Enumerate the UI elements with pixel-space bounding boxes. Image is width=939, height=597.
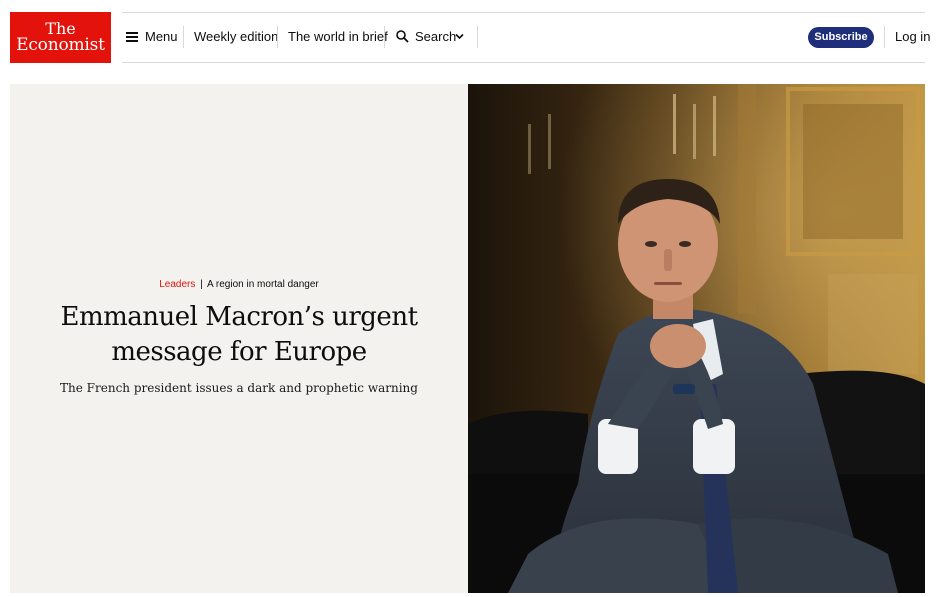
menu-button[interactable]: Menu xyxy=(145,26,178,48)
nav-divider-top xyxy=(122,12,925,13)
nav-separator xyxy=(183,26,184,48)
photo-illustration xyxy=(468,84,925,593)
site-header: The Economist Menu Weekly edition The wo… xyxy=(0,0,939,84)
nav-separator xyxy=(277,26,278,48)
logo-line-2: Economist xyxy=(16,35,105,55)
article-standfirst: The French president issues a dark and p… xyxy=(60,381,418,395)
chevron-down-icon[interactable] xyxy=(455,33,464,40)
hero-photo[interactable] xyxy=(468,84,925,593)
world-in-brief-link[interactable]: The world in brief xyxy=(288,26,388,48)
section-label[interactable]: Leaders xyxy=(159,279,195,290)
hamburger-icon[interactable] xyxy=(126,32,138,42)
nav-divider-bottom xyxy=(122,62,925,63)
subscribe-button[interactable]: Subscribe xyxy=(808,27,874,48)
nav-separator xyxy=(477,26,478,48)
rubric-separator: | xyxy=(200,279,203,290)
weekly-edition-link[interactable]: Weekly edition xyxy=(194,26,278,48)
article-headline[interactable]: Emmanuel Macron’s urgent message for Eur… xyxy=(30,300,448,370)
nav-separator xyxy=(384,26,385,48)
search-icon[interactable] xyxy=(396,30,409,43)
article-rubric: Leaders | A region in mortal danger xyxy=(10,279,468,290)
search-button[interactable]: Search xyxy=(415,26,456,48)
economist-logo[interactable]: The Economist xyxy=(10,12,111,63)
fly-title: A region in mortal danger xyxy=(207,279,319,290)
hero-text-panel: Leaders | A region in mortal danger Emma… xyxy=(10,84,468,593)
nav-separator xyxy=(884,26,885,48)
hero-article[interactable]: Leaders | A region in mortal danger Emma… xyxy=(10,84,925,593)
login-link[interactable]: Log in xyxy=(895,26,930,48)
